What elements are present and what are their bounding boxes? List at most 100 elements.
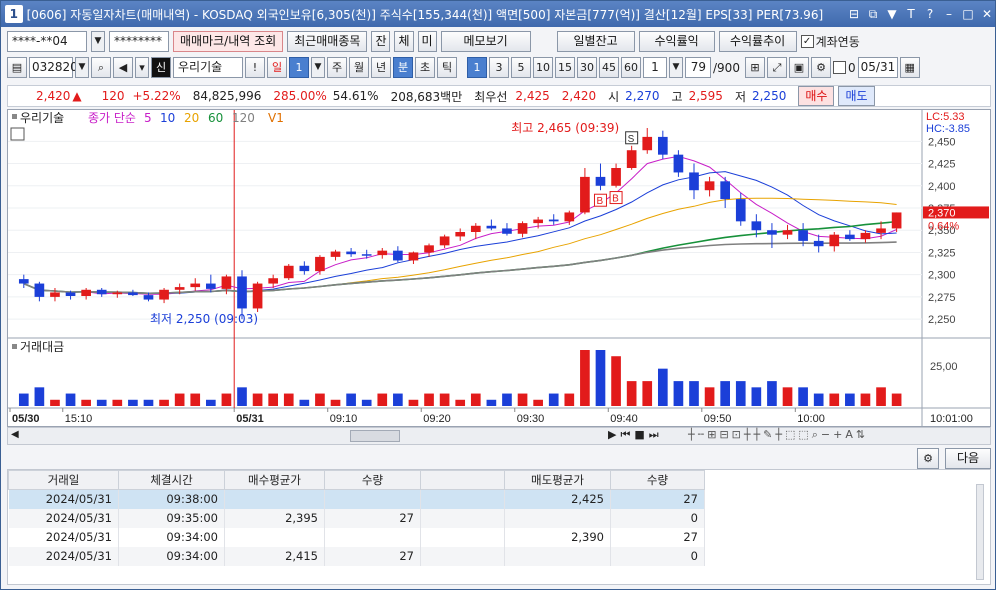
password-field[interactable]: ******** — [109, 31, 169, 52]
table-row[interactable]: 2024/05/31 09:34:00 2,390 27 — [8, 527, 705, 547]
stock-name-field[interactable]: 우리기술 — [173, 57, 243, 78]
lower-toolbar: ⚙ 다음 — [7, 447, 991, 469]
volume-bar — [595, 350, 606, 406]
minimize-icon[interactable]: – — [941, 6, 957, 22]
tick-button[interactable]: 틱 — [437, 57, 457, 78]
calendar-icon[interactable]: ▦ — [899, 57, 920, 78]
scroll-left-icon[interactable]: ◀ — [11, 429, 19, 440]
candle-body — [439, 236, 450, 246]
account-field[interactable]: ****-**04 — [7, 31, 87, 52]
speaker-dropdown-icon[interactable]: ▾ — [135, 57, 149, 78]
table-row[interactable]: 2024/05/31 09:35:00 2,395 27 0 — [8, 508, 705, 528]
candle-body — [159, 289, 169, 300]
chart-type-icon[interactable]: ▤ — [7, 57, 27, 78]
candle-body — [860, 232, 871, 240]
info-button[interactable]: ! — [245, 57, 265, 78]
cell — [224, 489, 325, 509]
buy-button[interactable]: 매수 — [798, 86, 835, 106]
settings-gear-icon[interactable]: ⚙ — [811, 57, 831, 78]
executed-button[interactable]: 체 — [394, 31, 414, 52]
table-row[interactable]: 2024/05/31 09:38:00 2,425 27 — [8, 489, 705, 509]
quote-bar: 2,420 ▲ 120 +5.22% 84,825,996 285.00% 54… — [7, 85, 991, 107]
period-day-button[interactable]: 일 — [267, 57, 287, 78]
month-button[interactable]: 월 — [349, 57, 369, 78]
minute-button[interactable]: 분 — [393, 57, 413, 78]
period-number-field[interactable]: 1 — [289, 57, 309, 78]
interval-60-button[interactable]: 60 — [621, 57, 641, 78]
drawing-tools-icon[interactable]: ┼╌⊞⊟⊡┼┼✎┼⬚⬚⌕−+A⇅ — [688, 428, 868, 442]
year-button[interactable]: 년 — [371, 57, 391, 78]
daily-balance-button[interactable]: 일별잔고 — [556, 31, 635, 52]
interval-count-dropdown-icon[interactable]: ▼ — [669, 57, 683, 78]
week-button[interactable]: 주 — [327, 57, 347, 78]
speaker-icon[interactable]: ◀ — [113, 57, 133, 78]
next-button[interactable]: 다음 — [945, 447, 991, 469]
query-button[interactable]: 매매마크/내역 조회 — [173, 31, 284, 52]
playback-controls-icon[interactable]: ▶⏮■⏭ — [608, 428, 663, 442]
volume-bar — [626, 381, 637, 406]
font-icon[interactable]: T — [903, 6, 919, 22]
unfilled-button[interactable]: 미 — [417, 31, 437, 52]
date-checkbox[interactable] — [833, 61, 846, 74]
price-chart-svg[interactable]: 2,4502,4252,4002,3752,3502,3252,3002,275… — [8, 110, 990, 426]
scroll-thumb[interactable] — [350, 430, 400, 442]
memo-button[interactable]: 메모보기 — [440, 31, 531, 52]
date-field[interactable]: 05/31 — [857, 57, 898, 78]
volume-bar — [502, 393, 512, 406]
interval-1-button[interactable]: 1 — [467, 57, 487, 78]
account-dropdown-icon[interactable]: ▼ — [91, 31, 105, 52]
interval-count-field[interactable]: 1 — [643, 57, 667, 78]
candle-body — [283, 265, 294, 279]
cell — [420, 489, 505, 509]
balance-button[interactable]: 잔 — [371, 31, 391, 52]
stock-code-input[interactable]: 032820 — [29, 57, 78, 78]
candle-body — [65, 292, 76, 296]
table-scrollbar[interactable] — [976, 484, 984, 580]
cell: 2024/05/31 — [8, 489, 119, 509]
interval-3-button[interactable]: 3 — [489, 57, 509, 78]
close-icon[interactable]: ✕ — [979, 6, 995, 22]
volume-bar — [517, 393, 528, 406]
period-dropdown-icon[interactable]: ▼ — [311, 57, 325, 78]
interval-10-button[interactable]: 10 — [533, 57, 553, 78]
search-icon[interactable]: ⌕ — [91, 57, 111, 78]
profit-button[interactable]: 수익률익 — [638, 31, 715, 52]
maximize-icon[interactable]: □ — [960, 6, 976, 22]
data-count-field[interactable]: 79 — [685, 57, 711, 78]
save-icon[interactable]: ▣ — [789, 57, 809, 78]
cell — [324, 489, 421, 509]
interval-5-button[interactable]: 5 — [511, 57, 531, 78]
tool-icon-1[interactable]: ⊞ — [745, 57, 765, 78]
volume-bar — [65, 393, 76, 406]
link-window-icon[interactable]: ⧉ — [865, 6, 881, 22]
chart-area[interactable]: 2,4502,4252,4002,3752,3502,3252,3002,275… — [7, 109, 991, 427]
candle-body — [81, 289, 91, 296]
cell: 0 — [610, 508, 705, 528]
recent-trades-button[interactable]: 최근매매종목 — [287, 31, 368, 52]
table-row[interactable]: 2024/05/31 09:34:00 2,415 27 0 — [8, 546, 705, 566]
second-button[interactable]: 초 — [415, 57, 435, 78]
interval-15-button[interactable]: 15 — [555, 57, 575, 78]
candle-body — [268, 278, 279, 284]
chart-scrollbar[interactable]: ◀ ▶⏮■⏭ ┼╌⊞⊟⊡┼┼✎┼⬚⬚⌕−+A⇅ — [7, 427, 991, 445]
volume-bar — [580, 350, 590, 406]
code-dropdown-icon[interactable]: ▼ — [75, 57, 89, 78]
sell-button[interactable]: 매도 — [838, 86, 875, 106]
cell: 0 — [610, 546, 705, 566]
time-label: 05/30 — [12, 413, 40, 425]
volume-bar — [190, 393, 201, 406]
profit-trend-button[interactable]: 수익률추이 — [718, 31, 797, 52]
time-label: 15:10 — [65, 413, 93, 425]
pin-icon[interactable]: ▼ — [884, 6, 900, 22]
candle-body — [517, 223, 528, 234]
interval-45-button[interactable]: 45 — [599, 57, 619, 78]
volume-bar — [252, 393, 263, 406]
restore-layout-icon[interactable]: ⊟ — [846, 6, 862, 22]
help-icon[interactable]: ? — [922, 6, 938, 22]
interval-30-button[interactable]: 30 — [577, 57, 597, 78]
time-label: 09:40 — [610, 413, 638, 425]
tool-icon-2[interactable]: ⤢ — [767, 57, 787, 78]
cell: 2,425 — [504, 489, 611, 509]
account-link-checkbox[interactable]: ✓ 계좌연동 — [800, 33, 860, 50]
table-settings-gear-icon[interactable]: ⚙ — [917, 447, 939, 469]
